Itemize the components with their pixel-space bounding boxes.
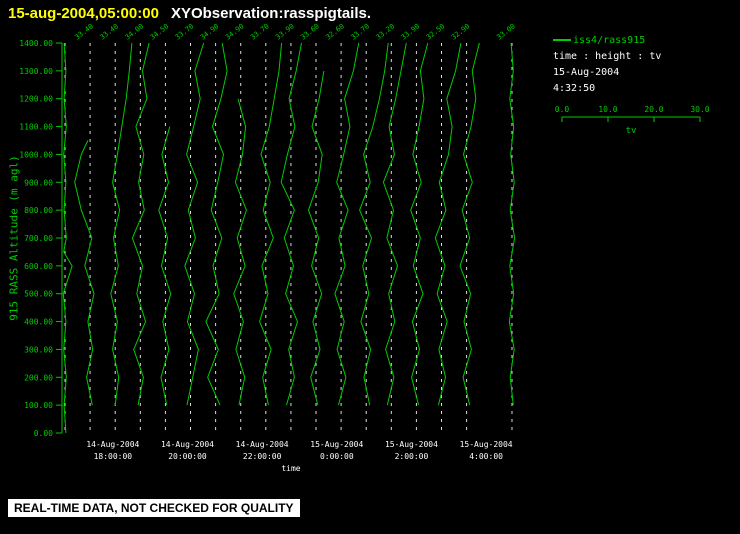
page-title: 15-aug-2004,05:00:00 XYObservation:rasspi… [8,5,371,22]
y-tick-label: 900.00 [24,178,53,187]
x-tick-date: 14-Aug-2004 [236,440,289,449]
profile-top-label: 32.90 [450,22,472,41]
tv-scale-tick-label: 0.0 [555,105,570,114]
pigtail-trace [280,42,302,406]
x-tick-time: 22:00:00 [243,452,282,461]
quality-banner: REAL-TIME DATA, NOT CHECKED FOR QUALITY [8,499,300,517]
x-tick-time: 4:00:00 [469,452,503,461]
profile-top-label: 32.50 [425,22,447,41]
pigtail-trace [184,42,205,406]
pigtail-trace [410,42,429,406]
profile-top-label: 34.90 [199,22,221,41]
legend-time: 4:32:50 [553,83,596,94]
rass-display-window: 0.00 100.00 200.00 300.00 400.00 500.00 600.00… [0,0,740,534]
x-tick-date: 15-Aug-2004 [385,440,438,449]
profile-top-label: 33.70 [350,22,372,41]
y-tick-label: 1200.00 [19,95,53,104]
profile-top-label: 33.70 [174,22,196,41]
legend-series-row: iss4/rass915 [553,33,661,49]
pigtail-trace [434,42,462,406]
series-line-swatch [553,39,571,41]
x-tick-date: 14-Aug-2004 [161,440,214,449]
pigtail-trace [508,42,516,406]
pigtail-trace [205,42,228,406]
y-tick-label: 200.00 [24,373,53,382]
title-timestamp: 15-aug-2004,05:00:00 [8,5,159,22]
profile-top-label: 33.40 [99,22,121,41]
legend: iss4/rass915 time : height : tv 15-Aug-2… [553,33,661,97]
tv-scale-tick-label: 20.0 [644,105,663,114]
pigtail-trace [334,42,360,406]
profile-top-label: 33.00 [495,22,517,41]
pigtail-trace [259,42,283,406]
pigtail-trace [131,42,150,406]
profile-top-label: 33.90 [400,22,422,41]
pigtail-trace [74,140,95,406]
pigtail-trace [233,98,247,406]
x-tick-date: 15-Aug-2004 [310,440,363,449]
tv-scale-tick-label: 30.0 [690,105,709,114]
x-tick-time: 20:00:00 [168,452,207,461]
y-tick-label: 300.00 [24,345,53,354]
x-tick-time: 0:00:00 [320,452,354,461]
y-tick-label: 700.00 [24,234,53,243]
y-tick-label: 1400.00 [19,39,53,48]
x-tick-date: 14-Aug-2004 [86,440,139,449]
profile-top-label: 33.70 [249,22,271,41]
profile-top-label: 34.90 [224,22,246,41]
profile-top-label: 34.00 [124,22,146,41]
title-observation-name: XYObservation:rasspigtails. [170,5,372,22]
pigtail-trace [382,42,407,406]
pigtail-trace [158,126,172,406]
y-tick-label: 500.00 [24,290,53,299]
pigtail-trace [110,42,133,406]
y-tick-label: 0.00 [34,429,53,438]
profile-top-label: 33.40 [73,22,95,41]
profile-top-label: 33.60 [299,22,321,41]
pigtail-trace [359,42,389,406]
x-tick-time: 18:00:00 [94,452,133,461]
x-axis-label: time [281,464,300,473]
x-tick-date: 15-Aug-2004 [460,440,513,449]
y-tick-label: 600.00 [24,262,53,271]
profile-top-label: 33.20 [375,22,397,41]
profile-top-label: 34.50 [149,22,171,41]
y-tick-label: 1000.00 [19,150,53,159]
tv-scale-label: tv [626,126,637,136]
y-axis-label: 915 RASS Altitude (m agl) [7,155,21,321]
y-tick-label: 1300.00 [19,67,53,76]
y-tick-label: 100.00 [24,401,53,410]
profile-top-label: 33.90 [274,22,296,41]
profile-top-label: 32.60 [324,22,346,41]
y-tick-label: 1100.00 [19,123,53,132]
legend-series-name: iss4/rass915 [573,35,646,46]
y-tick-label: 800.00 [24,206,53,215]
pigtail-trace [459,42,480,406]
legend-date: 15-Aug-2004 [553,67,620,78]
y-tick-label: 400.00 [24,318,53,327]
legend-mapping: time : height : tv [553,51,662,62]
tv-scale-tick-label: 10.0 [598,105,617,114]
x-tick-time: 2:00:00 [395,452,429,461]
